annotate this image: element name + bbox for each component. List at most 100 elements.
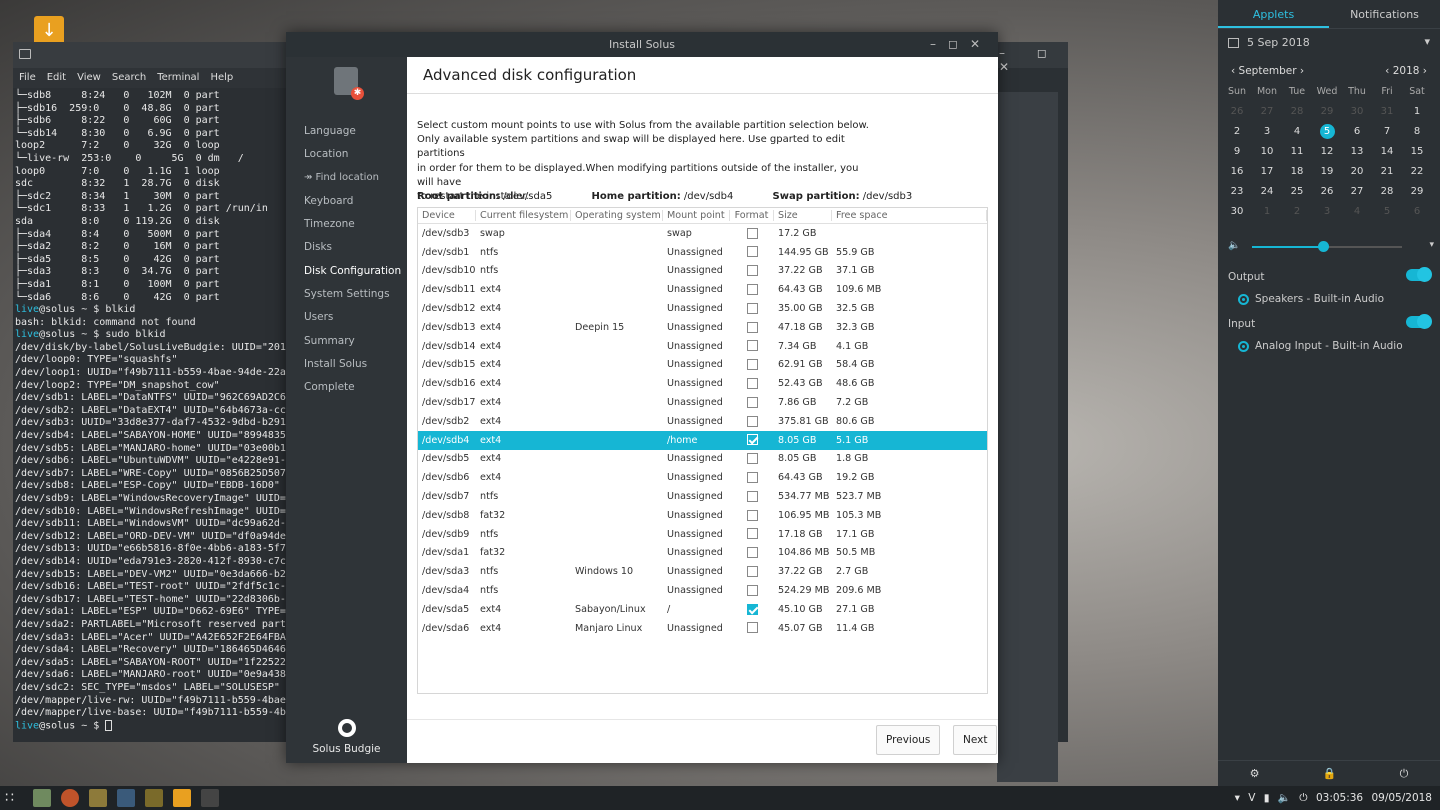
mount-point-cell[interactable]: Unassigned: [663, 359, 730, 370]
volume-knob[interactable]: [1317, 241, 1329, 252]
terminal-menu-item[interactable]: Edit: [47, 72, 66, 83]
next-button[interactable]: Next: [953, 725, 998, 755]
calendar-day[interactable]: 1: [1402, 102, 1432, 122]
table-row[interactable]: /dev/sda6 ext4 Manjaro Linux Unassigned 45.0…: [418, 619, 987, 638]
format-checkbox[interactable]: [746, 284, 758, 296]
tab-notifications[interactable]: Notifications: [1329, 0, 1440, 28]
calendar-day[interactable]: 30: [1222, 202, 1252, 222]
maximize-icon[interactable]: ◻: [948, 37, 970, 51]
calendar-day[interactable]: 5: [1312, 122, 1342, 142]
sidebar-item-language[interactable]: Language: [304, 125, 401, 148]
table-row[interactable]: /dev/sdb10 ntfs Unassigned 37.22 GB 37.1 GB: [418, 262, 987, 281]
calendar-day[interactable]: 16: [1222, 162, 1252, 182]
mount-point-cell[interactable]: /home: [663, 435, 730, 446]
table-row[interactable]: /dev/sdb16 ext4 Unassigned 52.43 GB 48.6 GB: [418, 374, 987, 393]
calendar-day[interactable]: 8: [1402, 122, 1432, 142]
close-icon[interactable]: ✕: [970, 37, 992, 51]
sidebar-item-find-location[interactable]: ↠ Find location: [304, 172, 401, 195]
sidebar-item-location[interactable]: Location: [304, 148, 401, 171]
mount-point-cell[interactable]: Unassigned: [663, 547, 730, 558]
installer-titlebar[interactable]: Install Solus –◻✕: [286, 32, 998, 57]
sidebar-item-timezone[interactable]: Timezone: [304, 218, 401, 241]
mount-point-cell[interactable]: Unassigned: [663, 247, 730, 258]
format-checkbox[interactable]: [746, 547, 758, 559]
mount-point-cell[interactable]: Unassigned: [663, 566, 730, 577]
column-header[interactable]: Current filesystem: [476, 210, 571, 221]
format-checkbox[interactable]: [746, 565, 758, 577]
radio-selected-icon[interactable]: [1238, 293, 1249, 305]
calendar-day[interactable]: 23: [1222, 182, 1252, 202]
terminal-menu-item[interactable]: Search: [112, 72, 146, 83]
table-row[interactable]: /dev/sdb4 ext4/home 8.05 GB 5.1 GB: [418, 430, 987, 450]
mount-point-cell[interactable]: swap: [663, 228, 730, 239]
mount-point-cell[interactable]: /: [663, 604, 730, 615]
previous-button[interactable]: Previous: [876, 725, 941, 755]
sidebar-item-disks[interactable]: Disks: [304, 241, 401, 264]
calendar-day[interactable]: 25: [1282, 182, 1312, 202]
bluetooth-icon[interactable]: ᐯ: [1248, 792, 1255, 804]
clock-time[interactable]: 03:05:36: [1316, 792, 1363, 804]
terminal-output[interactable]: └─sdb8 8:24 0 102M 0 part ├─sdb16 259:0 0…: [13, 88, 296, 733]
calendar-day[interactable]: 12: [1312, 142, 1342, 162]
power-icon[interactable]: ⏻: [1299, 792, 1307, 804]
calendar-day[interactable]: 22: [1402, 162, 1432, 182]
table-row[interactable]: /dev/sda4 ntfs Unassigned 524.29 MB 209.6 MB: [418, 581, 987, 600]
format-checkbox[interactable]: [746, 302, 758, 314]
minecraft-icon[interactable]: [89, 789, 107, 807]
sidebar-item-users[interactable]: Users: [304, 311, 401, 334]
format-checkbox[interactable]: [746, 321, 758, 333]
mount-point-cell[interactable]: Unassigned: [663, 341, 730, 352]
format-checkbox[interactable]: [746, 359, 758, 371]
column-header[interactable]: Operating system: [571, 210, 663, 221]
radio-selected-icon[interactable]: [1238, 340, 1249, 352]
calendar-day[interactable]: 15: [1402, 142, 1432, 162]
format-checkbox[interactable]: [746, 434, 758, 446]
calendar-day[interactable]: 27: [1252, 102, 1282, 122]
calendar-day[interactable]: 29: [1312, 102, 1342, 122]
terminal-menu-item[interactable]: Help: [210, 72, 233, 83]
mount-point-cell[interactable]: Unassigned: [663, 265, 730, 276]
mount-point-cell[interactable]: Unassigned: [663, 491, 730, 502]
table-row[interactable]: /dev/sdb17 ext4 Unassigned 7.86 GB 7.2 GB: [418, 393, 987, 412]
table-row[interactable]: /dev/sdb3 swap swap 17.2 GB: [418, 224, 987, 243]
table-row[interactable]: /dev/sda5 ext4 Sabayon/Linux / 45.10 GB 27.1 …: [418, 600, 987, 619]
mount-point-cell[interactable]: Unassigned: [663, 529, 730, 540]
calendar-day[interactable]: 14: [1372, 142, 1402, 162]
calendar-day[interactable]: 17: [1252, 162, 1282, 182]
table-row[interactable]: /dev/sdb11 ext4 Unassigned 64.43 GB 109.6 MB: [418, 280, 987, 299]
sidebar-item-summary[interactable]: Summary: [304, 335, 401, 358]
terminal-menu-item[interactable]: Terminal: [157, 72, 199, 83]
mount-point-cell[interactable]: Unassigned: [663, 623, 730, 634]
calendar-day[interactable]: 29: [1402, 182, 1432, 202]
output-device[interactable]: Speakers - Built-in Audio: [1238, 293, 1440, 305]
column-header[interactable]: Free space: [832, 210, 987, 221]
format-checkbox[interactable]: [746, 246, 758, 258]
format-checkbox[interactable]: [746, 622, 758, 634]
column-header[interactable]: Size: [774, 210, 832, 221]
clock-date[interactable]: 09/05/2018: [1371, 792, 1432, 804]
calendar-day[interactable]: 28: [1372, 182, 1402, 202]
volume-icon[interactable]: 🔈: [1278, 792, 1291, 804]
input-device[interactable]: Analog Input - Built-in Audio: [1238, 340, 1440, 352]
mount-point-cell[interactable]: Unassigned: [663, 510, 730, 521]
terminal-titlebar[interactable]: [13, 42, 296, 68]
chevron-down-icon[interactable]: ▾: [1429, 240, 1434, 250]
chevron-down-icon[interactable]: ▾: [1424, 35, 1430, 48]
battery-icon[interactable]: ▮: [1264, 792, 1270, 804]
mount-point-cell[interactable]: Unassigned: [663, 416, 730, 427]
calendar-day[interactable]: 4: [1282, 122, 1312, 142]
lock-icon[interactable]: 🔒: [1323, 767, 1337, 780]
format-checkbox[interactable]: [746, 509, 758, 521]
table-row[interactable]: /dev/sdb6 ext4 Unassigned 64.43 GB 19.2 GB: [418, 468, 987, 487]
sidebar-item-system-settings[interactable]: System Settings: [304, 288, 401, 311]
app-menu-icon[interactable]: ∷: [5, 789, 23, 807]
calendar-day[interactable]: 3: [1312, 202, 1342, 222]
table-row[interactable]: /dev/sdb8 fat32 Unassigned 106.95 MB 105.3 M…: [418, 506, 987, 525]
sidebar-item-disk-configuration[interactable]: Disk Configuration: [304, 265, 401, 288]
calendar-day[interactable]: 24: [1252, 182, 1282, 202]
table-row[interactable]: /dev/sdb15 ext4 Unassigned 62.91 GB 58.4 GB: [418, 356, 987, 375]
column-header[interactable]: Format: [730, 210, 774, 221]
minimize-icon[interactable]: –: [930, 37, 948, 51]
format-checkbox[interactable]: [746, 378, 758, 390]
calendar-day[interactable]: 26: [1222, 102, 1252, 122]
